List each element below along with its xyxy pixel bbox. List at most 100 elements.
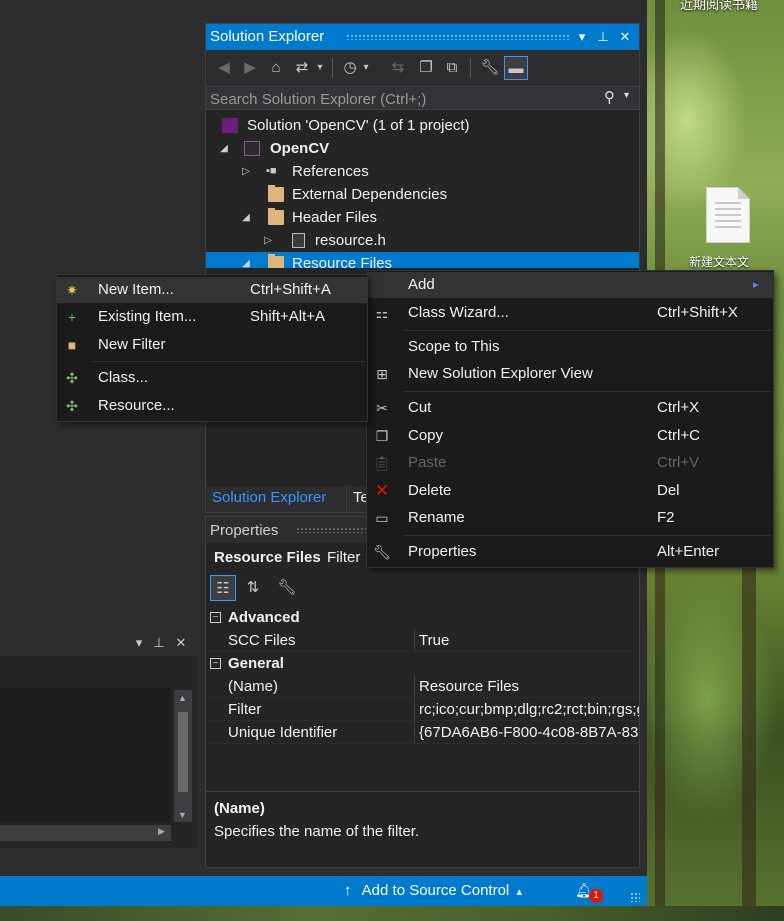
chevron-down-icon[interactable]: ▾ <box>314 56 326 80</box>
menu-item-class[interactable]: ✣ Class... <box>57 365 367 391</box>
menu-item-resource[interactable]: ✣ Resource... <box>57 393 367 419</box>
resize-grip[interactable] <box>630 892 640 902</box>
rename-icon: ▭ <box>375 510 389 526</box>
search-input[interactable] <box>210 89 600 109</box>
horizontal-scrollbar[interactable]: ▶ <box>0 825 171 841</box>
collapse-all-icon[interactable]: ❐ <box>414 56 438 80</box>
new-item-icon: ✷ <box>66 282 78 298</box>
home-icon[interactable]: ⌂ <box>264 56 288 80</box>
wrench-icon[interactable]: 🔧︎ <box>478 56 502 80</box>
category-general[interactable]: − General <box>206 652 639 675</box>
desktop-file-label[interactable]: 新建文本文 <box>689 253 749 270</box>
switch-views-icon[interactable]: ⇄ <box>290 56 314 80</box>
collapse-icon[interactable]: − <box>210 612 221 623</box>
filter-folder-icon <box>268 208 284 225</box>
expander-icon[interactable]: ▷ <box>240 160 252 183</box>
text-file-icon[interactable] <box>706 187 750 243</box>
property-row[interactable]: (Name) Resource Files <box>206 675 639 698</box>
pending-changes-icon[interactable]: ◷ <box>338 56 362 80</box>
tree-item-resource-h[interactable]: ▷ resource.h <box>206 229 639 252</box>
expander-icon[interactable]: ▷ <box>262 229 274 252</box>
tab-solution-explorer[interactable]: Solution Explorer <box>212 489 326 506</box>
menu-item-class-wizard[interactable]: ⚏ Class Wizard... Ctrl+Shift+X <box>367 300 773 326</box>
menu-item-shortcut: Ctrl+V <box>657 454 700 471</box>
scroll-up-icon[interactable]: ▲ <box>178 693 187 703</box>
menu-item-add[interactable]: Add ▸ <box>367 272 773 298</box>
property-value[interactable]: rc;ico;cur;bmp;dlg;rc2;rct;bin;rgs;gif;j… <box>414 698 639 720</box>
scroll-right-icon[interactable]: ▶ <box>158 826 165 837</box>
property-value[interactable]: Resource Files <box>414 675 639 697</box>
property-value[interactable]: {67DA6AB6-F800-4c08-8B7A-83BB121AAD01} <box>414 721 639 743</box>
tree-item-solution[interactable]: Solution 'OpenCV' (1 of 1 project) <box>206 114 639 137</box>
description-text: Specifies the name of the filter. <box>214 823 420 840</box>
menu-item-existing-item[interactable]: + Existing Item... Shift+Alt+A <box>57 304 367 330</box>
menu-item-label: Copy <box>408 427 444 444</box>
tree-item-project[interactable]: ◢ OpenCV <box>206 137 639 160</box>
menu-item-shortcut: Shift+Alt+A <box>250 308 326 325</box>
tree-item-external-dependencies[interactable]: External Dependencies <box>206 183 639 206</box>
back-icon[interactable]: ◀ <box>212 56 236 80</box>
dropdown-icon[interactable]: ▾ <box>130 633 148 653</box>
tree-item-label: resource.h <box>315 232 386 249</box>
forward-icon[interactable]: ▶ <box>238 56 262 80</box>
menu-item-rename[interactable]: ▭ Rename F2 <box>367 505 773 531</box>
menu-item-new-filter[interactable]: ■ New Filter <box>57 332 367 358</box>
menu-item-label: Class Wizard... <box>408 304 509 321</box>
property-row[interactable]: Unique Identifier {67DA6AB6-F800-4c08-8B… <box>206 721 639 744</box>
pin-icon[interactable]: ⊥ <box>594 27 612 47</box>
expander-icon[interactable]: ◢ <box>240 252 252 268</box>
menu-item-cut[interactable]: ✂ Cut Ctrl+X <box>367 395 773 421</box>
sync-icon[interactable]: ⇆ <box>386 56 410 80</box>
menu-item-new-solution-explorer-view[interactable]: ⊞ New Solution Explorer View <box>367 361 773 387</box>
new-filter-icon: ■ <box>67 337 77 353</box>
menu-item-shortcut: Ctrl+C <box>657 427 700 444</box>
property-pages-icon[interactable]: 🔧︎ <box>274 575 300 601</box>
output-pane: ▾ ⊥ ✕ ▲ ▼ ▶ <box>0 630 197 848</box>
category-advanced[interactable]: − Advanced <box>206 606 639 629</box>
delete-icon: ✕ <box>374 481 390 500</box>
submenu-arrow-icon: ▸ <box>753 279 759 291</box>
alphabetical-icon[interactable]: ⇅ <box>240 575 266 601</box>
menu-item-delete[interactable]: ✕ Delete Del <box>367 478 773 504</box>
categorized-icon[interactable]: ☷ <box>210 575 236 601</box>
drag-grip[interactable] <box>346 34 569 40</box>
search-options-icon[interactable]: ▾ <box>624 90 629 101</box>
scroll-thumb[interactable] <box>178 712 188 792</box>
property-row[interactable]: SCC Files True <box>206 629 639 652</box>
menu-item-shortcut: Ctrl+Shift+A <box>250 281 331 298</box>
menu-item-properties[interactable]: 🔧︎ Properties Alt+Enter <box>367 539 773 565</box>
search-icon[interactable]: ⚲ <box>604 88 615 106</box>
vertical-scrollbar[interactable]: ▲ ▼ <box>174 690 192 822</box>
tree-item-header-files[interactable]: ◢ Header Files <box>206 206 639 229</box>
pin-icon[interactable]: ⊥ <box>150 633 168 653</box>
window-menu-icon[interactable]: ▾ <box>573 27 591 47</box>
menu-item-copy[interactable]: ❐ Copy Ctrl+C <box>367 423 773 449</box>
property-key: SCC Files <box>228 629 414 651</box>
show-all-files-icon[interactable]: ⧉ <box>440 56 464 80</box>
status-bar: ↑ Add to Source Control ▴ 🔔︎ 1 <box>0 876 647 906</box>
desktop-icon-label[interactable]: 近期阅读书籍 <box>680 0 758 13</box>
property-value[interactable]: True <box>414 629 639 651</box>
close-icon[interactable]: ✕ <box>172 633 190 653</box>
menu-item-label: Add <box>408 276 435 293</box>
object-kind: Filter <box>327 549 361 566</box>
collapse-icon[interactable]: − <box>210 658 221 669</box>
menu-separator <box>403 391 771 392</box>
resource-icon: ✣ <box>66 398 78 414</box>
property-row[interactable]: Filter rc;ico;cur;bmp;dlg;rc2;rct;bin;rg… <box>206 698 639 721</box>
header-file-icon <box>292 233 305 248</box>
preview-icon[interactable]: ▬ <box>504 56 528 80</box>
menu-item-scope-to-this[interactable]: Scope to This <box>367 334 773 360</box>
menu-item-new-item[interactable]: ✷ New Item... Ctrl+Shift+A <box>57 277 367 303</box>
add-to-source-control-button[interactable]: ↑ Add to Source Control ▴ <box>344 882 522 899</box>
tree-item-references[interactable]: ▷ ▪■ References <box>206 160 639 183</box>
expander-icon[interactable]: ◢ <box>218 137 230 160</box>
expander-icon[interactable]: ◢ <box>240 206 252 229</box>
scroll-down-icon[interactable]: ▼ <box>178 810 187 820</box>
chevron-down-icon[interactable]: ▾ <box>360 56 372 80</box>
close-icon[interactable]: ✕ <box>616 27 634 47</box>
solution-icon <box>222 118 238 133</box>
tree-item-label: Solution 'OpenCV' (1 of 1 project) <box>247 117 470 134</box>
tree-item-resource-files[interactable]: ◢ Resource Files <box>206 252 639 268</box>
properties-title: Properties <box>210 522 279 539</box>
